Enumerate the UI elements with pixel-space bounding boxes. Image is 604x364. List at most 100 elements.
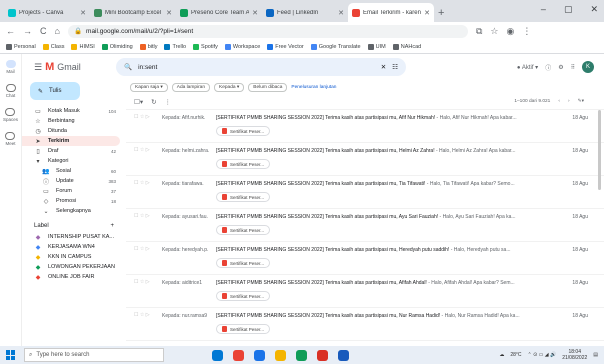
maximize-icon[interactable]: ▢ — [564, 4, 573, 15]
bookmark-item[interactable]: bitly — [139, 43, 157, 50]
prev-page-icon[interactable]: ‹ — [558, 99, 560, 104]
sidebar-item[interactable]: ▯ Draf 42 — [22, 146, 120, 156]
sidebar-item[interactable]: ⌄ Selengkapnya — [22, 206, 120, 216]
bookmark-item[interactable]: HIMSI — [71, 43, 95, 50]
attachment-chip[interactable]: Sertifikat Peser... — [216, 258, 271, 268]
bookmark-item[interactable]: Personal — [6, 43, 36, 50]
forward-icon[interactable]: → — [23, 26, 32, 36]
input-tools-icon[interactable]: ✎▾ — [578, 99, 584, 104]
scrollbar[interactable] — [598, 110, 601, 190]
url-field[interactable]: 🔒 mail.google.com/mail/u/2/?pli=1#sent — [67, 24, 468, 38]
bookmark-item[interactable]: Free Vector — [267, 43, 304, 50]
start-button[interactable] — [6, 350, 16, 360]
profile-icon[interactable]: ◉ — [506, 26, 514, 37]
tab-close-icon[interactable]: ✕ — [166, 9, 172, 17]
search-input[interactable]: in:sent — [138, 64, 375, 71]
attachment-chip[interactable]: Sertifikat Peser... — [216, 291, 271, 301]
notifications-icon[interactable]: ▤ — [593, 352, 598, 358]
filter-chip[interactable]: Belum dibaca — [248, 82, 288, 92]
app-icon[interactable] — [317, 349, 328, 361]
sidebar-item[interactable]: ▾ Kategori — [22, 156, 120, 166]
tab-close-icon[interactable]: ✕ — [80, 9, 86, 17]
rail-item-mail[interactable]: Mail — [5, 60, 16, 74]
apps-icon[interactable]: ⠿ — [571, 64, 575, 71]
bookmark-item[interactable]: Spotify — [193, 43, 218, 50]
minimize-icon[interactable]: – — [541, 4, 546, 15]
sidebar-item[interactable]: ▭ Forum 37 — [22, 186, 120, 196]
sidebar-item[interactable]: ▭ Kotak Masuk 104 — [22, 106, 120, 116]
browser-tab[interactable]: Mini Bootcamp Excel - Y✕ — [90, 3, 176, 22]
attachment-chip[interactable]: Sertifikat Peser... — [216, 225, 271, 235]
settings-icon[interactable]: ⚙ — [558, 64, 563, 71]
reload-icon[interactable]: C — [40, 26, 47, 36]
edge-icon[interactable] — [212, 349, 223, 361]
add-label-icon[interactable]: + — [110, 223, 114, 229]
help-icon[interactable]: ⓘ — [545, 63, 551, 72]
row-controls[interactable]: ☐ ☆ ▷ — [134, 147, 150, 153]
app-icon[interactable] — [296, 349, 307, 361]
gmail-logo[interactable]: ☰ M Gmail — [22, 61, 102, 73]
search-bar[interactable]: 🔍 in:sent ✕ ☷ — [116, 58, 406, 76]
sidebar-item[interactable]: ➤ Terkirim — [22, 136, 120, 146]
email-row[interactable]: ☐ ☆ ▷ Kepada: ayusari.fau. [SERTIFIKAT PMM… — [126, 209, 604, 242]
row-controls[interactable]: ☐ ☆ ▷ — [134, 114, 150, 120]
tab-close-icon[interactable]: ✕ — [424, 9, 430, 17]
sidebar-item[interactable]: ◷ Ditunda — [22, 126, 120, 136]
chrome-icon[interactable] — [233, 349, 244, 361]
back-icon[interactable]: ← — [6, 26, 15, 36]
word-icon[interactable] — [338, 349, 349, 361]
browser-tab[interactable]: Preseno Core Team Alum✕ — [176, 3, 262, 22]
email-row[interactable]: ☐ ☆ ▷ Kepada: helmi.zahra. [SERTIFIKAT PMM… — [126, 143, 604, 176]
extensions-icon[interactable]: ⧉ — [476, 26, 482, 37]
bookmark-item[interactable]: Trello — [164, 43, 186, 50]
filter-chip[interactable]: Ada lampiran — [171, 82, 211, 92]
search-icon[interactable]: 🔍 — [124, 63, 132, 71]
sidebar-item[interactable]: ◇ Promosi 18 — [22, 196, 120, 206]
filter-chip[interactable]: Kepada ▾ — [214, 82, 245, 92]
filter-options-icon[interactable]: ☷ — [392, 63, 398, 71]
status-indicator[interactable]: ● Aktif ▾ — [517, 64, 538, 71]
browser-tab[interactable]: Projects - Canva ✕ — [4, 3, 90, 22]
file-explorer-icon[interactable] — [275, 349, 286, 361]
attachment-chip[interactable]: Sertifikat Peser... — [216, 324, 271, 334]
row-controls[interactable]: ☐ ☆ ▷ — [134, 279, 150, 285]
label-item[interactable]: ◆ KKN IN CAMPUS — [22, 252, 120, 262]
bookmark-item[interactable]: Workspace — [224, 43, 260, 50]
tab-close-icon[interactable]: ✕ — [252, 9, 258, 17]
sidebar-item[interactable]: ⓘ Update 383 — [22, 176, 120, 186]
bookmark-item[interactable]: Class — [42, 43, 64, 50]
select-all-checkbox[interactable]: ☐▾ — [134, 98, 143, 106]
email-row[interactable]: ☐ ☆ ▷ Kepada: nur.ramsa9 [SERTIFIKAT PMMB … — [126, 308, 604, 341]
menu-icon[interactable]: ☰ — [34, 62, 42, 73]
rail-item-chat[interactable]: Chat — [5, 84, 16, 98]
label-item[interactable]: ◆ KERJASAMA WN4 — [22, 242, 120, 252]
bookmark-item[interactable]: NAHcad — [392, 43, 421, 50]
bookmark-star-icon[interactable]: ☆ — [490, 26, 498, 37]
browser-menu-icon[interactable]: ⋮ — [522, 26, 531, 37]
taskbar-search[interactable]: ⌕ Type here to search — [24, 348, 164, 362]
clear-search-icon[interactable]: ✕ — [381, 63, 386, 71]
sidebar-item[interactable]: 👥 Sosial 60 — [22, 166, 120, 176]
avatar[interactable]: K — [582, 61, 594, 73]
label-item[interactable]: ◆ LOWONGAN PEKERJAAN — [22, 262, 120, 272]
rail-item-meet[interactable]: Meet — [5, 132, 16, 146]
email-row[interactable]: ☐ ☆ ▷ Kepada: heredyah.p. [SERTIFIKAT PMMB… — [126, 242, 604, 275]
label-item[interactable]: ◆ INTERNSHIP PUSAT KA... — [22, 232, 120, 242]
browser-tab[interactable]: Feed | LinkedIn ✕ — [262, 3, 348, 22]
row-controls[interactable]: ☐ ☆ ▷ — [134, 312, 150, 318]
more-options-icon[interactable]: ⋮ — [165, 98, 172, 106]
bookmark-item[interactable]: Olimiding — [101, 43, 133, 50]
rail-item-spaces[interactable]: Spaces — [3, 108, 18, 122]
browser-tab[interactable]: Email Terkirim - karenil@✕ — [348, 3, 434, 22]
refresh-icon[interactable]: ↻ — [151, 98, 156, 106]
email-row[interactable]: ☐ ☆ ▷ Kepada: tiarafawa. [SERTIFIKAT PMMB … — [126, 176, 604, 209]
bookmark-item[interactable]: UIM — [367, 43, 386, 50]
home-icon[interactable]: ⌂ — [55, 26, 60, 36]
tray-icons[interactable]: ⌃ ⊙ ▭ ◢ 🔊 — [528, 352, 557, 358]
row-controls[interactable]: ☐ ☆ ▷ — [134, 213, 150, 219]
store-icon[interactable] — [254, 349, 265, 361]
compose-button[interactable]: ✎ Tulis — [30, 82, 80, 100]
new-tab-icon[interactable]: + — [438, 7, 444, 19]
row-controls[interactable]: ☐ ☆ ▷ — [134, 180, 150, 186]
attachment-chip[interactable]: Sertifikat Peser... — [216, 126, 271, 136]
